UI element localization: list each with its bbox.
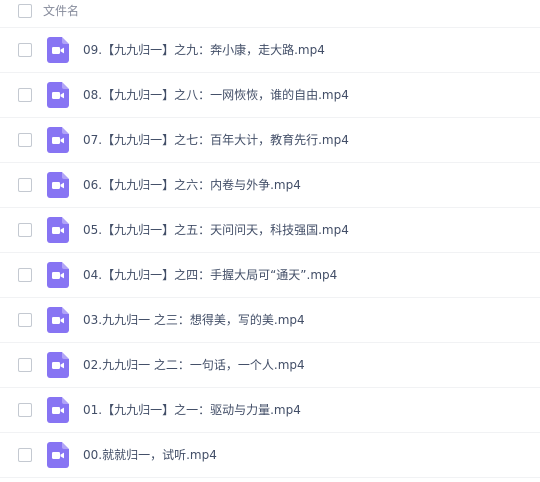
file-row-checkbox[interactable] bbox=[18, 403, 32, 417]
file-name-link[interactable]: 06.【九九归一】之六：内卷与外争.mp4 bbox=[83, 176, 301, 194]
file-name-link[interactable]: 01.【九九归一】之一：驱动与力量.mp4 bbox=[83, 401, 301, 419]
file-row-checkbox[interactable] bbox=[18, 133, 32, 147]
file-name-link[interactable]: 08.【九九归一】之八：一网恢恢，谁的自由.mp4 bbox=[83, 86, 349, 104]
file-row-checkbox[interactable] bbox=[18, 178, 32, 192]
file-name-link[interactable]: 03.九九归一 之三：想得美，写的美.mp4 bbox=[83, 311, 305, 329]
column-header-filename[interactable]: 文件名 bbox=[43, 3, 79, 19]
file-row[interactable]: 01.【九九归一】之一：驱动与力量.mp4 bbox=[0, 388, 540, 433]
file-name-link[interactable]: 05.【九九归一】之五：天问问天，科技强国.mp4 bbox=[83, 221, 349, 239]
file-rows: 09.【九九归一】之九：奔小康，走大路.mp4 08.【九九归一】之八：一网恢恢… bbox=[0, 28, 540, 478]
file-list-header: 文件名 bbox=[0, 0, 540, 28]
video-file-icon bbox=[47, 442, 69, 468]
file-row[interactable]: 06.【九九归一】之六：内卷与外争.mp4 bbox=[0, 163, 540, 208]
file-row[interactable]: 09.【九九归一】之九：奔小康，走大路.mp4 bbox=[0, 28, 540, 73]
file-row-checkbox[interactable] bbox=[18, 448, 32, 462]
video-file-icon bbox=[47, 37, 69, 63]
file-row[interactable]: 04.【九九归一】之四：手握大局可“通天”.mp4 bbox=[0, 253, 540, 298]
video-file-icon bbox=[47, 397, 69, 423]
file-name-link[interactable]: 07.【九九归一】之七：百年大计，教育先行.mp4 bbox=[83, 131, 349, 149]
video-file-icon bbox=[47, 217, 69, 243]
video-file-icon bbox=[47, 307, 69, 333]
file-name-link[interactable]: 00.就就归一，试听.mp4 bbox=[83, 446, 217, 464]
file-row[interactable]: 05.【九九归一】之五：天问问天，科技强国.mp4 bbox=[0, 208, 540, 253]
file-row-checkbox[interactable] bbox=[18, 223, 32, 237]
file-list: 文件名 09.【九九归一】之九：奔小康，走大路.mp4 08.【九九归一】之八：… bbox=[0, 0, 540, 478]
file-row-checkbox[interactable] bbox=[18, 358, 32, 372]
file-row[interactable]: 08.【九九归一】之八：一网恢恢，谁的自由.mp4 bbox=[0, 73, 540, 118]
file-row-checkbox[interactable] bbox=[18, 43, 32, 57]
file-row-checkbox[interactable] bbox=[18, 313, 32, 327]
file-row-checkbox[interactable] bbox=[18, 268, 32, 282]
select-all-checkbox[interactable] bbox=[18, 4, 32, 18]
video-file-icon bbox=[47, 82, 69, 108]
video-file-icon bbox=[47, 262, 69, 288]
video-file-icon bbox=[47, 352, 69, 378]
file-name-link[interactable]: 04.【九九归一】之四：手握大局可“通天”.mp4 bbox=[83, 266, 337, 284]
file-name-link[interactable]: 09.【九九归一】之九：奔小康，走大路.mp4 bbox=[83, 41, 325, 59]
video-file-icon bbox=[47, 172, 69, 198]
file-row[interactable]: 02.九九归一 之二：一句话，一个人.mp4 bbox=[0, 343, 540, 388]
file-row[interactable]: 07.【九九归一】之七：百年大计，教育先行.mp4 bbox=[0, 118, 540, 163]
file-name-link[interactable]: 02.九九归一 之二：一句话，一个人.mp4 bbox=[83, 356, 305, 374]
video-file-icon bbox=[47, 127, 69, 153]
file-row[interactable]: 00.就就归一，试听.mp4 bbox=[0, 433, 540, 478]
file-row[interactable]: 03.九九归一 之三：想得美，写的美.mp4 bbox=[0, 298, 540, 343]
file-row-checkbox[interactable] bbox=[18, 88, 32, 102]
